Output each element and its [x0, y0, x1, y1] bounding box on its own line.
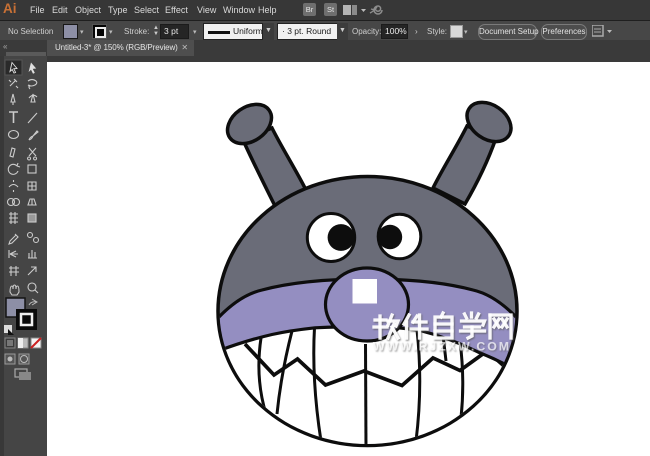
svg-text:WWW.RJZXW.COM: WWW.RJZXW.COM — [373, 340, 511, 354]
